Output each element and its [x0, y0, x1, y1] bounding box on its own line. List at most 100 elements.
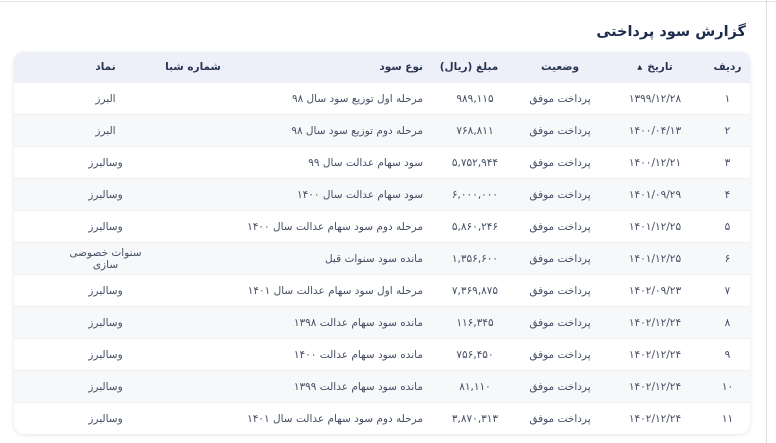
- cell-vaziat: پرداخت موفق: [515, 147, 605, 179]
- cell-shomare_sheba: [153, 179, 233, 211]
- table-row: ۱۱۱۴۰۲/۱۲/۲۴پرداخت موفق۳,۸۷۰,۳۱۳مرحله دو…: [14, 403, 750, 435]
- cell-radif: ۴: [705, 179, 750, 211]
- page-title: گزارش سود پرداختی: [596, 24, 746, 40]
- cell-vaziat: پرداخت موفق: [515, 403, 605, 435]
- cell-nooe_sood: سود سهام عدالت سال ۱۴۰۰: [233, 179, 423, 211]
- cell-radif: ۵: [705, 211, 750, 243]
- cell-radif: ۷: [705, 275, 750, 307]
- cell-vaziat: پرداخت موفق: [515, 115, 605, 147]
- table-row: ۶۱۴۰۱/۱۲/۲۵پرداخت موفق۱,۳۵۶,۶۰۰مانده سود…: [14, 243, 750, 275]
- column-header-label: وضعیت: [541, 61, 579, 73]
- cell-shomare_sheba: [153, 275, 233, 307]
- dividend-report-table: ردیف تاریخ ▲ وضعیت مبلغ (ریال)نوع سود شماره ش…: [14, 52, 750, 434]
- cell-tarikh: ۱۴۰۲/۱۲/۲۴: [605, 307, 705, 339]
- cell-shomare_sheba: [153, 211, 233, 243]
- cell-nooe_sood: مرحله دوم توزیع سود سال ۹۸: [233, 115, 423, 147]
- table-row: ۷۱۴۰۲/۰۹/۲۳پرداخت موفق۷,۳۶۹,۸۷۵مرحله اول…: [14, 275, 750, 307]
- cell-vaziat: پرداخت موفق: [515, 179, 605, 211]
- cell-mablagh: ۷,۳۶۹,۸۷۵: [423, 275, 515, 307]
- table-row: ۸۱۴۰۲/۱۲/۲۴پرداخت موفق۱۱۶,۳۴۵مانده سود س…: [14, 307, 750, 339]
- column-header-nooe_sood: نوع سود: [233, 52, 423, 83]
- cell-shomare_sheba: [153, 403, 233, 435]
- table-header-row: ردیف تاریخ ▲ وضعیت مبلغ (ریال)نوع سود شماره ش…: [14, 52, 750, 83]
- cell-vaziat: پرداخت موفق: [515, 243, 605, 275]
- cell-radif: ۲: [705, 115, 750, 147]
- cell-shomare_sheba: [153, 115, 233, 147]
- cell-shomare_sheba: [153, 339, 233, 371]
- column-header-label: شماره شبا: [165, 61, 221, 73]
- cell-shomare_sheba: [153, 147, 233, 179]
- cell-namad: وسالبرز: [14, 275, 153, 307]
- column-header-label: ردیف: [714, 61, 742, 73]
- cell-mablagh: ۱,۳۵۶,۶۰۰: [423, 243, 515, 275]
- table-body: ۱۱۳۹۹/۱۲/۲۸پرداخت موفق۹۸۹,۱۱۵مرحله اول ت…: [14, 83, 750, 435]
- cell-nooe_sood: مرحله اول توزیع سود سال ۹۸: [233, 83, 423, 115]
- column-header-label: تاریخ: [647, 61, 672, 73]
- cell-mablagh: ۷۶۸,۸۱۱: [423, 115, 515, 147]
- cell-radif: ۶: [705, 243, 750, 275]
- cell-namad: وسالبرز: [14, 211, 153, 243]
- cell-namad: وسالبرز: [14, 307, 153, 339]
- cell-mablagh: ۷۵۶,۴۵۰: [423, 339, 515, 371]
- cell-nooe_sood: مرحله دوم سود سهام عدالت سال ۱۴۰۰: [233, 211, 423, 243]
- cell-mablagh: ۶,۰۰۰,۰۰۰: [423, 179, 515, 211]
- cell-namad: البرز: [14, 83, 153, 115]
- cell-vaziat: پرداخت موفق: [515, 211, 605, 243]
- cell-nooe_sood: سود سهام عدالت سال ۹۹: [233, 147, 423, 179]
- cell-vaziat: پرداخت موفق: [515, 307, 605, 339]
- page-top-border: [0, 1, 776, 2]
- cell-shomare_sheba: [153, 371, 233, 403]
- cell-tarikh: ۱۴۰۲/۱۲/۲۴: [605, 339, 705, 371]
- table-row: ۱۰۱۴۰۲/۱۲/۲۴پرداخت موفق۸۱,۱۱۰مانده سود س…: [14, 371, 750, 403]
- table-row: ۲۱۴۰۰/۰۴/۱۳پرداخت موفق۷۶۸,۸۱۱مرحله دوم ت…: [14, 115, 750, 147]
- column-header-label: نماد: [95, 61, 115, 73]
- cell-radif: ۳: [705, 147, 750, 179]
- cell-mablagh: ۵,۷۵۲,۹۴۴: [423, 147, 515, 179]
- table-row: ۳۱۴۰۰/۱۲/۲۱پرداخت موفق۵,۷۵۲,۹۴۴سود سهام …: [14, 147, 750, 179]
- cell-namad: وسالبرز: [14, 339, 153, 371]
- column-header-vaziat: وضعیت: [515, 52, 605, 83]
- cell-tarikh: ۱۴۰۲/۱۲/۲۴: [605, 403, 705, 435]
- cell-tarikh: ۱۴۰۰/۰۴/۱۳: [605, 115, 705, 147]
- cell-namad: البرز: [14, 115, 153, 147]
- cell-shomare_sheba: [153, 307, 233, 339]
- table-row: ۴۱۴۰۱/۰۹/۲۹پرداخت موفق۶,۰۰۰,۰۰۰سود سهام …: [14, 179, 750, 211]
- cell-vaziat: پرداخت موفق: [515, 371, 605, 403]
- cell-namad: سنوات خصوصی سازی: [14, 243, 153, 275]
- report-table-card: ردیف تاریخ ▲ وضعیت مبلغ (ریال)نوع سود شماره ش…: [14, 52, 750, 434]
- cell-tarikh: ۱۴۰۱/۱۲/۲۵: [605, 243, 705, 275]
- column-header-radif: ردیف: [705, 52, 750, 83]
- cell-nooe_sood: مانده سود سهام عدالت ۱۳۹۹: [233, 371, 423, 403]
- cell-nooe_sood: مرحله اول سود سهام عدالت سال ۱۴۰۱: [233, 275, 423, 307]
- cell-radif: ۱: [705, 83, 750, 115]
- table-row: ۵۱۴۰۱/۱۲/۲۵پرداخت موفق۵,۸۶۰,۲۴۶مرحله دوم…: [14, 211, 750, 243]
- cell-radif: ۱۰: [705, 371, 750, 403]
- cell-nooe_sood: مرحله دوم سود سهام عدالت سال ۱۴۰۱: [233, 403, 423, 435]
- cell-mablagh: ۳,۸۷۰,۳۱۳: [423, 403, 515, 435]
- cell-tarikh: ۱۴۰۰/۱۲/۲۱: [605, 147, 705, 179]
- table-row: ۹۱۴۰۲/۱۲/۲۴پرداخت موفق۷۵۶,۴۵۰مانده سود س…: [14, 339, 750, 371]
- cell-tarikh: ۱۳۹۹/۱۲/۲۸: [605, 83, 705, 115]
- cell-radif: ۱۱: [705, 403, 750, 435]
- cell-nooe_sood: مانده سود سنوات قبل: [233, 243, 423, 275]
- cell-mablagh: ۸۱,۱۱۰: [423, 371, 515, 403]
- cell-namad: وسالبرز: [14, 179, 153, 211]
- column-header-mablagh: مبلغ (ریال): [423, 52, 515, 83]
- cell-tarikh: ۱۴۰۲/۰۹/۲۳: [605, 275, 705, 307]
- cell-radif: ۹: [705, 339, 750, 371]
- cell-radif: ۸: [705, 307, 750, 339]
- cell-mablagh: ۹۸۹,۱۱۵: [423, 83, 515, 115]
- cell-shomare_sheba: [153, 83, 233, 115]
- page-side-border: [766, 0, 767, 443]
- column-header-shomare_sheba: شماره شبا: [153, 52, 233, 83]
- cell-namad: وسالبرز: [14, 403, 153, 435]
- cell-mablagh: ۵,۸۶۰,۲۴۶: [423, 211, 515, 243]
- sort-ascending-icon[interactable]: ▲: [637, 63, 642, 71]
- cell-tarikh: ۱۴۰۱/۰۹/۲۹: [605, 179, 705, 211]
- cell-shomare_sheba: [153, 243, 233, 275]
- table-row: ۱۱۳۹۹/۱۲/۲۸پرداخت موفق۹۸۹,۱۱۵مرحله اول ت…: [14, 83, 750, 115]
- cell-namad: وسالبرز: [14, 147, 153, 179]
- column-header-label: نوع سود: [379, 61, 423, 73]
- column-header-tarikh[interactable]: تاریخ ▲: [605, 52, 705, 83]
- cell-vaziat: پرداخت موفق: [515, 275, 605, 307]
